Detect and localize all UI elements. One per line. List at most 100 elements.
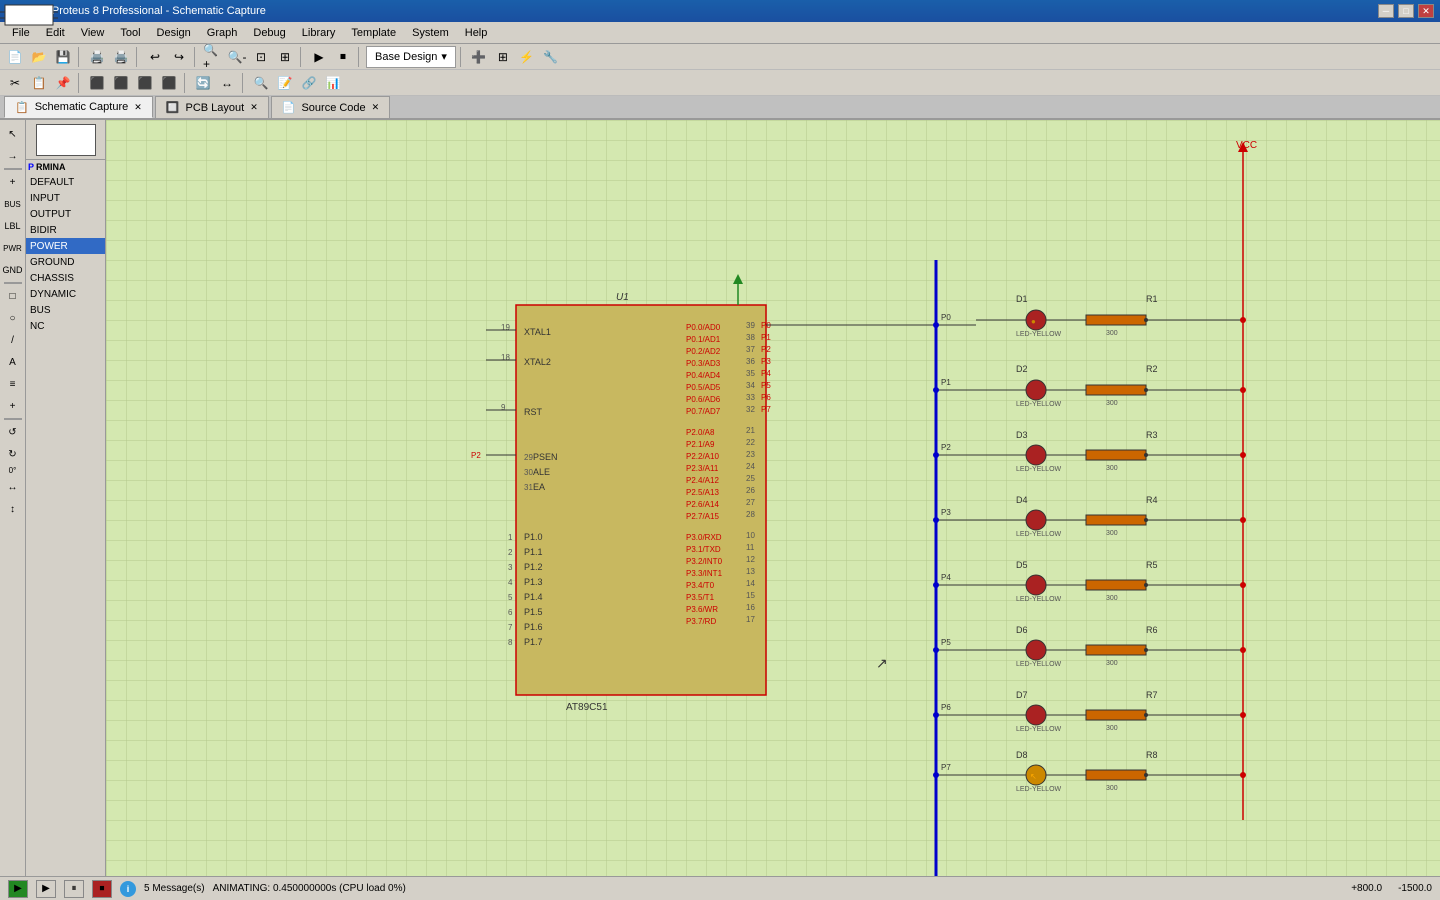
save-btn[interactable]: 💾: [52, 46, 74, 68]
zoom-fit-btn[interactable]: ⊡: [250, 46, 272, 68]
component-tool[interactable]: →: [3, 146, 23, 166]
play-status-btn[interactable]: ▶: [8, 880, 28, 898]
label-tool[interactable]: LBL: [3, 216, 23, 236]
pause-status-btn[interactable]: ⏸: [64, 880, 84, 898]
flip-h-tool[interactable]: ↔: [3, 477, 23, 497]
align-right-btn[interactable]: ⬛: [110, 72, 132, 94]
tab-schematic[interactable]: 📋 Schematic Capture ✕: [4, 96, 153, 118]
flip-v-tool[interactable]: ↕: [3, 499, 23, 519]
line-tool[interactable]: /: [3, 330, 23, 350]
sidebar-item-default[interactable]: DEFAULT: [26, 174, 105, 190]
undo-btn[interactable]: ↩: [144, 46, 166, 68]
cut-btn[interactable]: ✂: [4, 72, 26, 94]
angle-display: 0°: [0, 466, 25, 475]
schematic-canvas[interactable]: VCC U1 AT89C51 19 XTAL1 18 XTAL2: [106, 120, 1440, 876]
align-top-btn[interactable]: ⬛: [134, 72, 156, 94]
paste-btn[interactable]: 📌: [52, 72, 74, 94]
align-left-btn[interactable]: ⬛: [86, 72, 108, 94]
maximize-button[interactable]: □: [1398, 4, 1414, 18]
svg-text:P1.2: P1.2: [524, 562, 543, 572]
stop-btn[interactable]: ⏹: [332, 46, 354, 68]
wire-btn[interactable]: ⚡: [516, 46, 538, 68]
rect-tool[interactable]: □: [3, 286, 23, 306]
zoom-area-btn[interactable]: ⊞: [274, 46, 296, 68]
netlist-btn[interactable]: 🔗: [298, 72, 320, 94]
copy-btn[interactable]: 📋: [28, 72, 50, 94]
rotate-btn[interactable]: 🔄: [192, 72, 214, 94]
new-btn[interactable]: 📄: [4, 46, 26, 68]
minimize-button[interactable]: ─: [1378, 4, 1394, 18]
tab-source[interactable]: 📄 Source Code ✕: [271, 96, 390, 118]
svg-text:P2.2/A10: P2.2/A10: [686, 452, 719, 461]
text-tool[interactable]: A: [3, 352, 23, 372]
play-btn[interactable]: ▶: [308, 46, 330, 68]
sidebar-item-bidir[interactable]: BIDIR: [26, 222, 105, 238]
open-btn[interactable]: 📂: [28, 46, 50, 68]
base-design-dropdown[interactable]: Base Design ▾: [366, 46, 456, 68]
sidebar-item-input[interactable]: INPUT: [26, 190, 105, 206]
menu-debug[interactable]: Debug: [245, 25, 293, 41]
print2-btn[interactable]: 🖨️: [110, 46, 132, 68]
zoom-out-btn[interactable]: 🔍-: [226, 46, 248, 68]
add-btn[interactable]: ➕: [468, 46, 490, 68]
sidebar-item-ground[interactable]: GROUND: [26, 254, 105, 270]
redo-btn[interactable]: ↪: [168, 46, 190, 68]
circle-tool[interactable]: ○: [3, 308, 23, 328]
mirror-btn[interactable]: ↔: [216, 72, 238, 94]
main-area: ↖ → + BUS LBL PWR GND □ ○ / A ≡ + ↺ ↻ 0°…: [0, 120, 1440, 876]
svg-text:P3.2/INT0: P3.2/INT0: [686, 557, 723, 566]
probe-tool[interactable]: +: [3, 396, 23, 416]
svg-text:P1.6: P1.6: [524, 622, 543, 632]
rotate-right-tool[interactable]: ↻: [3, 444, 23, 464]
power-tool[interactable]: PWR: [3, 238, 23, 258]
menu-system[interactable]: System: [404, 25, 457, 41]
svg-text:P2: P2: [471, 451, 481, 460]
svg-text:300: 300: [1106, 330, 1118, 337]
schematic-diagram: VCC U1 AT89C51 19 XTAL1 18 XTAL2: [106, 120, 1426, 876]
align-bottom-btn[interactable]: ⬛: [158, 72, 180, 94]
bus-tool[interactable]: BUS: [3, 194, 23, 214]
grid-btn[interactable]: ⊞: [492, 46, 514, 68]
select-tool[interactable]: ↖: [3, 124, 23, 144]
menu-template[interactable]: Template: [343, 25, 404, 41]
component-btn[interactable]: 🔧: [540, 46, 562, 68]
play-status-btn2[interactable]: ▶: [36, 880, 56, 898]
close-schematic-tab[interactable]: ✕: [134, 102, 142, 113]
svg-text:P3.4/T0: P3.4/T0: [686, 581, 715, 590]
led-d1: D1 ● LED-YELLOW R1 300: [976, 294, 1243, 338]
sidebar-item-nc[interactable]: NC: [26, 318, 105, 334]
rotate-left-tool[interactable]: ↺: [3, 422, 23, 442]
p0-port-label: P0: [941, 313, 951, 322]
ground-tool[interactable]: GND: [3, 260, 23, 280]
svg-text:P3.6/WR: P3.6/WR: [686, 605, 718, 614]
xtal2-label: XTAL2: [524, 357, 551, 367]
menu-library[interactable]: Library: [294, 25, 344, 41]
close-pcb-tab[interactable]: ✕: [250, 102, 258, 113]
sidebar-item-bus[interactable]: BUS: [26, 302, 105, 318]
sidebar-item-output[interactable]: OUTPUT: [26, 206, 105, 222]
wire-tool[interactable]: +: [3, 172, 23, 192]
svg-text:13: 13: [746, 567, 755, 576]
svg-text:PSEN: PSEN: [533, 452, 558, 462]
svg-text:LED-YELLOW: LED-YELLOW: [1016, 661, 1062, 668]
menu-design[interactable]: Design: [149, 25, 199, 41]
find-btn[interactable]: 🔍: [250, 72, 272, 94]
annotate-btn[interactable]: 📝: [274, 72, 296, 94]
tab-pcb[interactable]: 🔲 PCB Layout ✕: [155, 96, 269, 118]
print-btn[interactable]: 🖨️: [86, 46, 108, 68]
menu-view[interactable]: View: [73, 25, 113, 41]
close-source-tab[interactable]: ✕: [372, 102, 380, 113]
symbol-tool[interactable]: ≡: [3, 374, 23, 394]
close-button[interactable]: ✕: [1418, 4, 1434, 18]
menu-tool[interactable]: Tool: [112, 25, 148, 41]
svg-text:R2: R2: [1146, 364, 1158, 374]
stop-status-btn[interactable]: ⏹: [92, 880, 112, 898]
svg-text:P0.5/AD5: P0.5/AD5: [686, 383, 721, 392]
zoom-in-btn[interactable]: 🔍+: [202, 46, 224, 68]
bom-btn[interactable]: 📊: [322, 72, 344, 94]
menu-help[interactable]: Help: [457, 25, 496, 41]
sidebar-item-dynamic[interactable]: DYNAMIC: [26, 286, 105, 302]
menu-graph[interactable]: Graph: [199, 25, 246, 41]
sidebar-item-chassis[interactable]: CHASSIS: [26, 270, 105, 286]
sidebar-item-power[interactable]: POWER: [26, 238, 105, 254]
